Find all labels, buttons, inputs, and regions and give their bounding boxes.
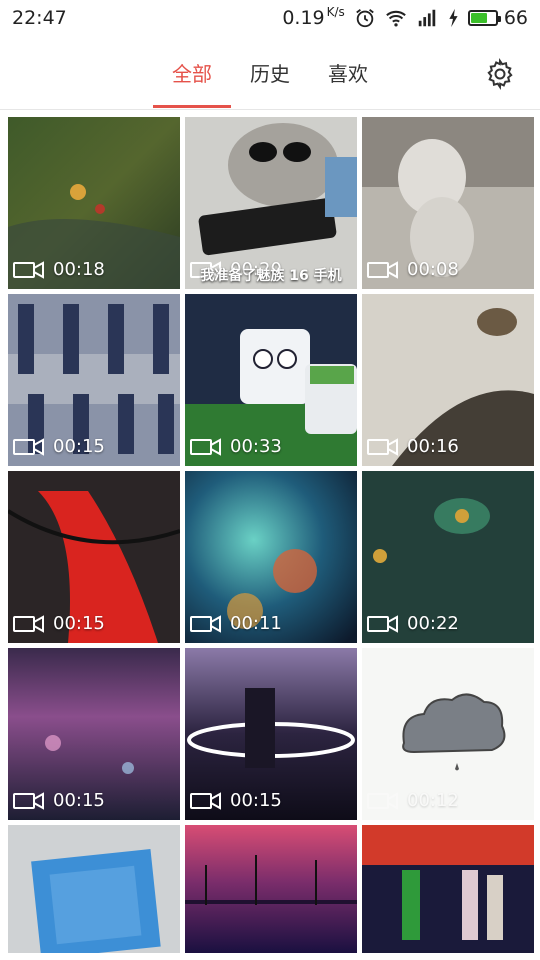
video-card[interactable]: 00:18 <box>8 117 180 289</box>
video-card[interactable]: 00:15 <box>8 471 180 643</box>
video-card[interactable]: 00:15 <box>8 294 180 466</box>
video-camera-icon <box>190 437 221 456</box>
battery-indicator: 66 <box>467 7 528 29</box>
signal-icon <box>418 9 436 27</box>
video-camera-icon <box>190 791 221 810</box>
video-grid: 00:18 00:20 我准备了魅族 16 手机 00:08 00:15 00:… <box>8 117 534 953</box>
duration-label: 00:18 <box>13 259 105 280</box>
duration-label: 00:12 <box>367 790 459 811</box>
duration-label: 00:16 <box>367 436 459 457</box>
video-card[interactable]: 00:11 <box>185 471 357 643</box>
battery-level-fill <box>470 13 487 23</box>
charging-icon <box>449 8 458 28</box>
video-caption: 我准备了魅族 16 手机 <box>200 268 342 284</box>
tab-all[interactable]: 全部 <box>172 58 212 87</box>
video-thumbnail <box>8 825 180 953</box>
tab-bar: 全部 历史 喜欢 <box>0 36 540 110</box>
status-icons: 0.19 K/s 66 <box>282 5 528 29</box>
duration-label: 00:22 <box>367 613 459 634</box>
video-card[interactable]: 00:15 <box>185 648 357 820</box>
tab-favorites[interactable]: 喜欢 <box>328 58 368 87</box>
video-camera-icon <box>13 791 44 810</box>
video-camera-icon <box>367 260 398 279</box>
status-time: 22:47 <box>12 7 67 29</box>
video-card[interactable]: 00:08 <box>362 117 534 289</box>
video-card[interactable]: 00:16 <box>362 294 534 466</box>
duration-label: 00:33 <box>190 436 282 457</box>
video-camera-icon <box>190 614 221 633</box>
video-camera-icon <box>13 437 44 456</box>
video-camera-icon <box>13 260 44 279</box>
video-thumbnail <box>362 825 534 953</box>
video-card[interactable]: 00:33 <box>185 294 357 466</box>
duration-label: 00:08 <box>367 259 459 280</box>
battery-icon <box>467 10 501 26</box>
video-card[interactable]: 00:20 我准备了魅族 16 手机 <box>185 117 357 289</box>
video-card[interactable]: 00:15 <box>8 648 180 820</box>
tab-history[interactable]: 历史 <box>250 58 290 87</box>
wifi-icon <box>386 10 406 27</box>
duration-label: 00:15 <box>13 790 105 811</box>
video-card[interactable] <box>362 825 534 953</box>
settings-gear-icon[interactable] <box>484 58 516 90</box>
duration-label: 00:11 <box>190 613 282 634</box>
status-bar: 22:47 0.19 K/s 66 <box>0 0 540 36</box>
video-camera-icon <box>367 614 398 633</box>
video-camera-icon <box>367 437 398 456</box>
video-camera-icon <box>367 791 398 810</box>
video-thumbnail <box>185 825 357 953</box>
duration-label: 00:15 <box>13 613 105 634</box>
video-card[interactable] <box>8 825 180 953</box>
duration-label: 00:15 <box>13 436 105 457</box>
video-card[interactable]: 00:12 <box>362 648 534 820</box>
video-camera-icon <box>13 614 44 633</box>
video-card[interactable]: 00:22 <box>362 471 534 643</box>
network-speed: 0.19 K/s <box>282 5 345 29</box>
video-card[interactable] <box>185 825 357 953</box>
active-tab-indicator <box>153 105 231 108</box>
duration-label: 00:15 <box>190 790 282 811</box>
battery-percent: 66 <box>503 7 528 29</box>
alarm-icon <box>356 9 374 28</box>
